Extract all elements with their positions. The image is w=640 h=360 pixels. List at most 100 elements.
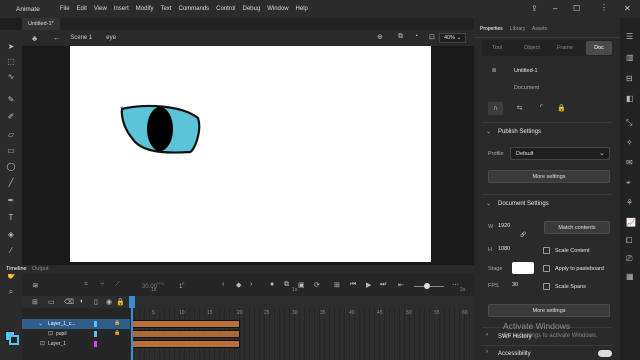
fit-icon[interactable]: ⊡ (429, 33, 435, 41)
scene-icon[interactable]: ♣ (32, 34, 37, 43)
maximize-icon[interactable]: ☐ (573, 4, 580, 13)
layer-row[interactable]: ⊡ pupil 🔒 (22, 329, 130, 339)
tab-library[interactable]: Library (510, 26, 525, 32)
menu-text[interactable]: Text (160, 6, 171, 12)
fps-field[interactable]: 30 (512, 282, 518, 288)
layer-row[interactable]: ⊡ Layer_1 (22, 339, 130, 349)
zoom-select[interactable]: 40% ⌄ (439, 33, 466, 43)
menu-debug[interactable]: Debug (243, 6, 261, 12)
menu-modify[interactable]: Modify (136, 6, 154, 12)
pen-tool-icon[interactable]: ✒ (6, 196, 16, 206)
publish-settings-title[interactable]: Publish Settings (498, 129, 541, 135)
close-icon[interactable]: ✕ (624, 4, 631, 13)
layer-name[interactable]: Layer_1_c... (48, 321, 76, 327)
last-frame-icon[interactable]: ⏭ (380, 281, 386, 289)
accessibility-title[interactable]: Accessibility (498, 351, 531, 357)
scene-panel-icon[interactable]: ⎚ (626, 254, 632, 264)
menu-file[interactable]: File (60, 6, 70, 12)
zoom-slider-thumb[interactable] (424, 283, 430, 289)
visibility-icon[interactable]: ◉ (106, 298, 112, 306)
new-layer-icon[interactable]: ⊞ (32, 298, 38, 306)
scale-spans-checkbox[interactable] (543, 283, 550, 290)
tab-output[interactable]: Output (32, 266, 49, 272)
lock-guides-icon[interactable]: 🔒 (554, 102, 569, 115)
rewind-icon[interactable]: ⇤ (398, 281, 404, 289)
edit-multiple-icon[interactable]: ▣ (298, 281, 305, 289)
stage[interactable]: + (70, 46, 431, 262)
document-settings-title[interactable]: Document Settings (498, 201, 549, 207)
chevron-right-icon[interactable]: › (486, 349, 488, 355)
frame-span[interactable] (132, 330, 240, 338)
share-icon[interactable]: ⇪ (531, 4, 538, 13)
free-transform-icon[interactable]: ⬚ (6, 57, 16, 67)
symbol-name[interactable]: eye (106, 35, 116, 41)
accessibility-toggle[interactable] (598, 350, 612, 357)
layer-color-swatch[interactable] (94, 331, 97, 337)
paint-bucket-icon[interactable]: ◈ (6, 230, 16, 240)
next-keyframe-icon[interactable]: › (250, 281, 252, 288)
outline-icon[interactable]: ▯ (94, 298, 98, 306)
onion-skin-icon[interactable]: ● (270, 281, 274, 288)
menu-insert[interactable]: Insert (114, 6, 129, 12)
first-frame-icon[interactable]: ⏮ (350, 281, 356, 289)
layer-name[interactable]: pupil (56, 331, 67, 337)
prev-keyframe-icon[interactable]: ‹ (222, 281, 224, 288)
eye-drawing[interactable]: + (70, 46, 431, 262)
workspace-icon[interactable]: ⋮ (600, 3, 608, 12)
clip-icon[interactable]: ⧉ (398, 33, 403, 41)
new-folder-icon[interactable]: ▭ (48, 298, 55, 306)
motion-icon[interactable]: 📈 (626, 218, 636, 227)
frame-display[interactable]: 1F (179, 282, 184, 290)
brush-library-icon[interactable]: ⚘ (626, 198, 633, 207)
profile-select[interactable]: Default ⌄ (510, 147, 610, 160)
components-icon[interactable]: ✉ (626, 158, 633, 167)
timeline-menu-icon[interactable]: ⋯ (452, 281, 459, 289)
stage-color-swatch[interactable] (512, 262, 534, 274)
layer-color-swatch[interactable] (94, 321, 97, 327)
selection-tool-icon[interactable]: ➤ (6, 42, 16, 52)
menu-edit[interactable]: Edit (77, 6, 87, 12)
transform-icon[interactable]: ⤡ (626, 118, 632, 128)
publish-more-settings-button[interactable]: More settings (488, 170, 610, 183)
height-value[interactable]: 1080 (498, 246, 510, 252)
rotate-icon[interactable]: ◔ (414, 33, 418, 40)
frame-ruler[interactable] (130, 296, 474, 308)
lasso-icon[interactable]: ∿ (6, 72, 16, 82)
swatches-icon[interactable]: ▦ (626, 272, 634, 281)
chevron-down-icon[interactable]: ⌄ (486, 128, 491, 135)
loop-icon[interactable]: ⟳ (314, 281, 320, 289)
code-icon[interactable]: ✧ (626, 138, 633, 147)
frame-span[interactable] (132, 320, 240, 328)
insert-frame-icon[interactable]: ⊞ (334, 281, 340, 289)
match-contents-button[interactable]: Match contents (544, 221, 610, 234)
menu-view[interactable]: View (94, 6, 107, 12)
layers-icon[interactable]: ≋ (32, 281, 39, 290)
library-icon[interactable]: ▥ (626, 53, 634, 62)
menu-commands[interactable]: Commands (178, 6, 209, 12)
play-icon[interactable]: ▶ (366, 281, 371, 289)
center-stage-icon[interactable]: ⊕ (377, 33, 383, 41)
tab-assets[interactable]: Assets (532, 26, 547, 32)
zoom-tool-icon[interactable]: ⌕ (6, 287, 16, 297)
rectangle-tool-icon[interactable]: ▭ (6, 146, 16, 156)
frame-picker-icon[interactable]: ⧠ (626, 236, 632, 246)
line-tool-icon[interactable]: ╱ (6, 178, 16, 188)
snap-corner-icon[interactable]: ⌜ (534, 102, 549, 115)
chevron-right-icon[interactable]: › (486, 332, 488, 338)
snap-icon[interactable]: ∩ (488, 102, 503, 115)
menu-window[interactable]: Window (267, 6, 288, 12)
lock-icon[interactable]: 🔒 (116, 298, 125, 306)
layer-lock-icon[interactable]: 🔒 (114, 320, 120, 326)
layer-name[interactable]: Layer_1 (48, 341, 66, 347)
scale-content-checkbox[interactable] (543, 247, 550, 254)
apply-pasteboard-checkbox[interactable] (543, 265, 550, 272)
eyedropper-icon[interactable]: ⁄ (6, 246, 16, 256)
subtab-object[interactable]: Object (524, 45, 540, 51)
subtab-doc[interactable]: Doc (586, 41, 612, 55)
subtab-tool[interactable]: Tool (492, 45, 502, 51)
frame-span[interactable] (132, 340, 240, 348)
brush-tool-icon[interactable]: ✎ (6, 95, 16, 105)
scene-name[interactable]: Scene 1 (70, 35, 92, 41)
tab-properties[interactable]: Properties (480, 26, 503, 32)
eraser-tool-icon[interactable]: ▱ (6, 130, 16, 140)
